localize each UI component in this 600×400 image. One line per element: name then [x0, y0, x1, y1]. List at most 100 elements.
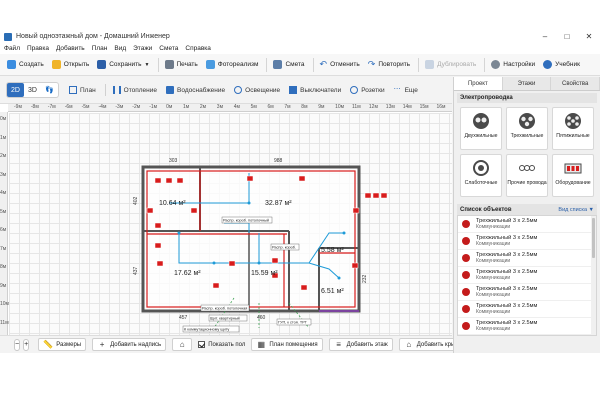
show-floor-checkbox[interactable]: Показать пол: [198, 341, 245, 348]
ruler-horizontal: -9м -8м -7м -6м -5м -4м -3м -2м -1м 0м 1м 2м 3м 4м 5м 6…: [8, 104, 452, 112]
photoreal-button[interactable]: Фотореализм: [203, 57, 262, 73]
room-area-4: 15.59 м²: [251, 270, 278, 277]
photo-icon: [205, 60, 215, 69]
print-label: Печать: [176, 61, 198, 68]
wire-three-core[interactable]: Трехжильные: [506, 107, 548, 150]
menu-file[interactable]: Файл: [4, 45, 20, 52]
estimate-button[interactable]: Смета: [270, 57, 307, 73]
add-floor-button[interactable]: ≡ Добавить этаж: [328, 338, 393, 351]
wire-five-core[interactable]: Пятижильные: [552, 107, 594, 150]
save-button[interactable]: Сохранить ▼: [94, 57, 152, 73]
menu-help[interactable]: Справка: [185, 45, 211, 52]
more-icon: ⋯: [393, 86, 401, 93]
layer-switches[interactable]: Выключатели: [289, 86, 341, 94]
tutorial-button[interactable]: Учебник: [540, 57, 583, 73]
plan-icon: [69, 86, 77, 94]
menu-floors[interactable]: Этажи: [133, 45, 152, 52]
floor-plan-drawing[interactable]: 303 988 402 437 457 460 232 10.64 м² 32.…: [9, 113, 452, 336]
zoom-out-icon[interactable]: −: [14, 338, 21, 351]
mode-2d-button[interactable]: 2D: [7, 83, 24, 97]
ruler-tick-label: -3м: [115, 104, 124, 110]
create-label: Создать: [19, 61, 44, 68]
dim-top-right: 988: [274, 158, 283, 164]
close-button[interactable]: ✕: [578, 30, 600, 43]
ruler-tick-label: 0м: [166, 104, 173, 110]
ruler-tick-label: 2м: [199, 104, 207, 110]
home-button[interactable]: ⌂: [172, 338, 193, 351]
equipment[interactable]: Оборудование: [552, 154, 594, 197]
open-button[interactable]: Открыть: [49, 57, 93, 73]
floor-plan-button[interactable]: ▦ План помещения: [251, 338, 323, 351]
object-list-item[interactable]: Трехжильный 3 x 2.5мм Коммуникации: [458, 284, 596, 301]
list-view-dropdown[interactable]: Вид списка ▼: [558, 207, 594, 213]
create-button[interactable]: Создать: [4, 57, 47, 73]
duplicate-button[interactable]: Дублировать: [422, 57, 479, 73]
tab-properties[interactable]: Свойства: [551, 77, 600, 90]
objects-list[interactable]: Трехжильный 3 x 2.5мм Коммуникации Трехжил…: [457, 215, 597, 336]
object-list-item[interactable]: Трехжильный 3 x 2.5мм Коммуникации: [458, 233, 596, 250]
add-label-button[interactable]: + Добавить надпись: [92, 338, 167, 351]
object-status-icon: [462, 220, 470, 228]
wire-other-label: Прочие провода: [507, 180, 547, 186]
settings-button[interactable]: Настройки: [488, 57, 538, 73]
add-label-label: Добавить надпись: [110, 341, 162, 348]
zoom-in-icon[interactable]: +: [23, 338, 30, 351]
layer-water-label: Водоснабжение: [177, 86, 226, 94]
tag-3: Распр. короб. потолочная: [202, 307, 247, 311]
walk-mode-icon[interactable]: 👣: [41, 83, 58, 97]
objects-scrollbar[interactable]: [591, 216, 596, 335]
estimate-icon: [273, 60, 283, 69]
socket-icon: [350, 86, 359, 94]
minimize-button[interactable]: –: [534, 30, 556, 43]
layer-more[interactable]: ⋯ Еще: [394, 86, 418, 94]
mode-3d-button[interactable]: 3D: [24, 83, 41, 97]
object-category: Коммуникации: [476, 241, 511, 248]
settings-label: Настройки: [503, 61, 536, 68]
switch-icon: [289, 86, 298, 94]
ruler-tick-label: -8м: [30, 104, 39, 110]
print-button[interactable]: Печать: [162, 57, 201, 73]
menu-add[interactable]: Добавить: [56, 45, 85, 52]
layer-plan-label: План: [80, 86, 96, 94]
ruler-tick-label: 16м: [436, 104, 446, 110]
plan-canvas[interactable]: -9м -8м -7м -6м -5м -4м -3м -2м -1м 0м 1м 2м 3м 4м 5м 6…: [0, 103, 452, 336]
sizes-button[interactable]: 📏 Размеры: [38, 338, 87, 351]
wire-low-current[interactable]: Слаботочные: [460, 154, 502, 197]
scrollbar-thumb[interactable]: [592, 218, 595, 258]
menu-estimate[interactable]: Смета: [159, 45, 178, 52]
layer-lighting[interactable]: Освещение: [234, 86, 280, 94]
undo-button[interactable]: ↶ Отменить: [317, 57, 363, 73]
room-area-5: 5.58 м²: [321, 247, 344, 254]
object-category: Коммуникации: [476, 258, 511, 265]
ruler-tick-label: 5м: [250, 104, 257, 110]
ruler-tick-label: -4м: [98, 104, 107, 110]
ruler-tick-label: -1м: [149, 104, 158, 110]
save-dropdown-icon[interactable]: ▼: [145, 62, 150, 68]
layer-sockets[interactable]: Розетки: [350, 86, 385, 94]
object-status-icon: [462, 305, 470, 313]
ruler-tick-label: 4м: [0, 190, 7, 196]
layer-heating[interactable]: Отопление: [112, 86, 157, 94]
menu-plan[interactable]: План: [92, 45, 108, 52]
undo-icon: ↶: [319, 59, 328, 69]
toolbar-separator: [312, 57, 314, 72]
object-list-item[interactable]: Трехжильный 3 x 2.5мм Коммуникации: [458, 318, 596, 335]
layer-plan[interactable]: План: [69, 86, 96, 94]
view-bar: 2D 3D 👣 План Отопление Водоснабжение Осв…: [0, 77, 452, 103]
object-list-item[interactable]: Трехжильный 3 x 2.5мм Коммуникации: [458, 216, 596, 233]
menu-view[interactable]: Вид: [114, 45, 126, 52]
object-list-item[interactable]: Трехжильный 3 x 2.5мм Коммуникации: [458, 267, 596, 284]
object-list-item[interactable]: Трехжильный 3 x 2.5мм Коммуникации: [458, 301, 596, 318]
wire-other[interactable]: Прочие провода: [506, 154, 548, 197]
wire-two-core[interactable]: Двухжильные: [460, 107, 502, 150]
layer-water[interactable]: Водоснабжение: [166, 86, 225, 94]
object-category: Коммуникации: [476, 309, 511, 316]
menu-edit[interactable]: Правка: [27, 45, 49, 52]
room-area-1: 10.64 м²: [159, 200, 186, 207]
tab-floors[interactable]: Этажи: [502, 77, 552, 90]
tab-project[interactable]: Проект: [454, 77, 503, 90]
photoreal-label: Фотореализм: [217, 61, 259, 68]
object-list-item[interactable]: Трехжильный 3 x 2.5мм Коммуникации: [458, 250, 596, 267]
maximize-button[interactable]: □: [556, 30, 578, 43]
redo-button[interactable]: ↷ Повторить: [365, 57, 413, 73]
